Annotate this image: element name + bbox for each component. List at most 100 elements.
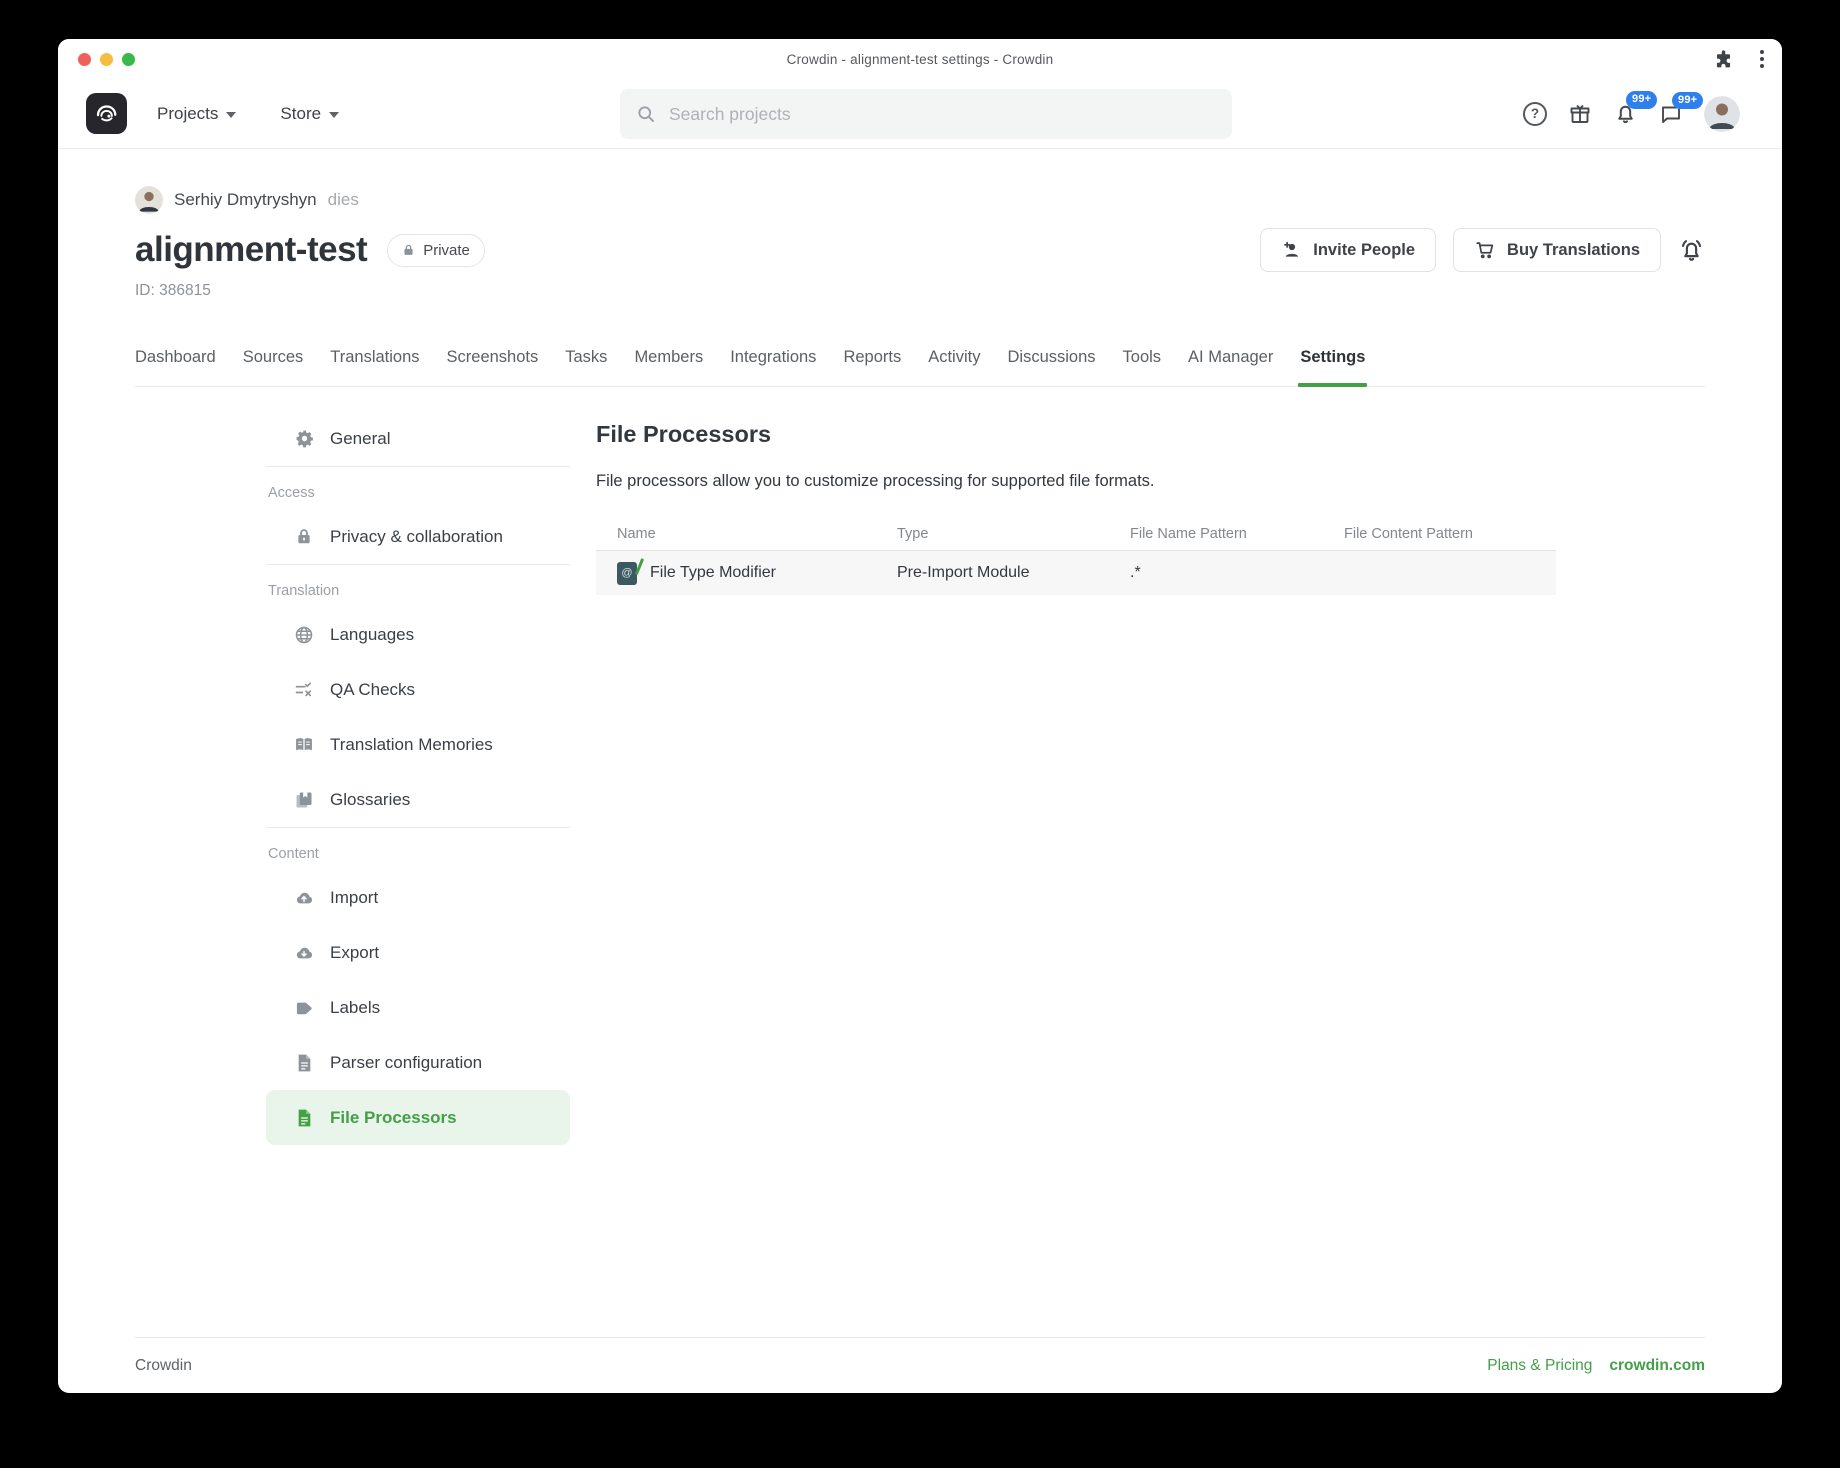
tab-tools[interactable]: Tools — [1123, 346, 1162, 386]
sidebar-item-label: Languages — [330, 625, 414, 645]
project-header: Serhiy Dmytryshyn dies alignment-test Pr… — [135, 149, 1705, 300]
messages-badge: 99+ — [1672, 92, 1703, 110]
tab-sources[interactable]: Sources — [243, 346, 304, 386]
invite-people-button[interactable]: Invite People — [1260, 228, 1436, 272]
sidebar-item-parser-configuration[interactable]: Parser configuration — [266, 1035, 570, 1090]
tab-activity[interactable]: Activity — [928, 346, 980, 386]
page-footer: Crowdin Plans & Pricing crowdin.com — [135, 1337, 1705, 1393]
tab-integrations[interactable]: Integrations — [730, 346, 816, 386]
chevron-down-icon — [226, 112, 236, 118]
tab-discussions[interactable]: Discussions — [1007, 346, 1095, 386]
sidebar-item-file-processors[interactable]: File Processors — [266, 1090, 570, 1145]
project-tabs: Dashboard Sources Translations Screensho… — [135, 346, 1705, 387]
processor-name: File Type Modifier — [650, 564, 776, 582]
window-title: Crowdin - alignment-test settings - Crow… — [787, 52, 1054, 67]
gift-icon[interactable] — [1568, 102, 1592, 126]
messages-chat-icon[interactable]: 99+ — [1659, 102, 1683, 126]
tab-screenshots[interactable]: Screenshots — [447, 346, 539, 386]
document-icon — [293, 1053, 315, 1073]
sidebar-divider — [266, 827, 570, 828]
owner-avatar[interactable] — [135, 186, 163, 214]
sidebar-item-label: Privacy & collaboration — [330, 527, 503, 547]
notifications-bell-icon[interactable]: 99+ — [1613, 101, 1638, 126]
tab-translations[interactable]: Translations — [330, 346, 419, 386]
column-header-file-name-pattern: File Name Pattern — [1130, 526, 1344, 542]
tab-tasks[interactable]: Tasks — [565, 346, 607, 386]
table-row[interactable]: @ File Type Modifier Pre-Import Module .… — [596, 551, 1556, 595]
maximize-window-button[interactable] — [122, 53, 135, 66]
chevron-down-icon — [329, 112, 339, 118]
column-header-type: Type — [897, 526, 1130, 542]
sidebar-item-languages[interactable]: Languages — [266, 607, 570, 662]
settings-content: File Processors File processors allow yo… — [596, 411, 1705, 595]
lock-icon — [402, 243, 415, 257]
close-window-button[interactable] — [78, 53, 91, 66]
tab-members[interactable]: Members — [634, 346, 703, 386]
sidebar-item-glossaries[interactable]: Glossaries — [266, 772, 570, 827]
extensions-puzzle-icon[interactable] — [1713, 49, 1734, 70]
projects-menu-label: Projects — [157, 104, 218, 124]
buy-translations-label: Buy Translations — [1507, 241, 1640, 260]
sidebar-item-general[interactable]: General — [266, 411, 570, 466]
owner-name[interactable]: Serhiy Dmytryshyn — [174, 190, 317, 210]
user-avatar[interactable] — [1704, 96, 1740, 132]
plans-pricing-link[interactable]: Plans & Pricing — [1487, 1357, 1592, 1375]
sidebar-section-access: Access — [268, 476, 570, 509]
sidebar-item-label: Labels — [330, 998, 380, 1018]
person-plus-icon — [1281, 240, 1302, 261]
section-description: File processors allow you to customize p… — [596, 470, 1705, 492]
search-input[interactable] — [669, 104, 1216, 125]
document-icon — [293, 1108, 315, 1128]
globe-icon — [293, 625, 315, 645]
column-header-name: Name — [596, 526, 897, 542]
page-title: alignment-test — [135, 230, 367, 270]
gear-icon — [293, 429, 315, 448]
sidebar-item-translation-memories[interactable]: Translation Memories — [266, 717, 570, 772]
tab-ai-manager[interactable]: AI Manager — [1188, 346, 1273, 386]
privacy-badge-label: Private — [423, 242, 470, 259]
sidebar-item-label: File Processors — [330, 1108, 457, 1128]
section-title: File Processors — [596, 419, 1705, 449]
minimize-window-button[interactable] — [100, 53, 113, 66]
settings-sidebar: General Access Privacy & collaboration T… — [266, 411, 570, 1145]
cart-icon — [1474, 239, 1496, 261]
sidebar-divider — [266, 564, 570, 565]
privacy-badge: Private — [387, 234, 485, 267]
sidebar-section-content: Content — [268, 837, 570, 870]
column-header-file-content-pattern: File Content Pattern — [1344, 526, 1556, 542]
processor-file-name-pattern: .* — [1130, 564, 1344, 582]
tab-dashboard[interactable]: Dashboard — [135, 346, 216, 386]
sidebar-item-export[interactable]: Export — [266, 925, 570, 980]
cloud-upload-icon — [293, 888, 315, 908]
sidebar-item-import[interactable]: Import — [266, 870, 570, 925]
store-menu[interactable]: Store — [280, 104, 339, 124]
sidebar-item-label: General — [330, 429, 390, 449]
projects-menu[interactable]: Projects — [157, 104, 236, 124]
sidebar-item-label: Parser configuration — [330, 1053, 482, 1073]
sidebar-section-translation: Translation — [268, 574, 570, 607]
help-icon[interactable]: ? — [1523, 102, 1547, 126]
project-id: ID: 386815 — [135, 282, 1705, 300]
search-bar[interactable] — [620, 89, 1232, 139]
glossary-icon — [293, 790, 315, 810]
owner-name-suffix: dies — [328, 190, 359, 210]
processor-type: Pre-Import Module — [897, 564, 1130, 582]
browser-menu-icon[interactable] — [1758, 48, 1766, 70]
sidebar-item-labels[interactable]: Labels — [266, 980, 570, 1035]
buy-translations-button[interactable]: Buy Translations — [1453, 228, 1661, 272]
sidebar-item-privacy-collaboration[interactable]: Privacy & collaboration — [266, 509, 570, 564]
sidebar-item-qa-checks[interactable]: QA Checks — [266, 662, 570, 717]
store-menu-label: Store — [280, 104, 321, 124]
sidebar-item-label: Translation Memories — [330, 735, 493, 755]
open-book-icon — [293, 735, 315, 755]
tab-reports[interactable]: Reports — [843, 346, 901, 386]
crowdin-com-link[interactable]: crowdin.com — [1609, 1357, 1705, 1375]
tab-settings[interactable]: Settings — [1300, 346, 1365, 386]
crowdin-logo-icon[interactable] — [86, 93, 127, 134]
subscribe-bell-icon[interactable] — [1678, 237, 1705, 264]
sidebar-item-label: Import — [330, 888, 378, 908]
browser-window: Crowdin - alignment-test settings - Crow… — [58, 39, 1782, 1393]
app-navbar: Projects Store ? 99+ 99+ — [58, 79, 1782, 149]
file-type-modifier-icon: @ — [617, 562, 637, 585]
search-icon — [636, 104, 656, 124]
